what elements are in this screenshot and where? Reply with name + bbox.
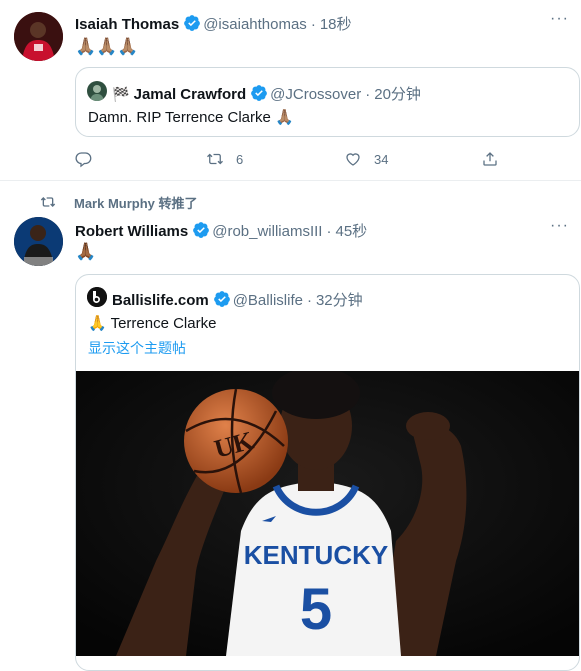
tweet-header: Robert Williams @rob_williamsIII · 45秒	[75, 220, 367, 241]
quote-header: 🏁 Jamal Crawford @JCrossover · 20分钟	[112, 83, 421, 104]
reply-button[interactable]	[75, 150, 107, 168]
verified-badge-icon	[251, 85, 268, 101]
checkered-flag-emoji: 🏁	[112, 86, 130, 102]
quote-handle: @JCrossover	[270, 86, 362, 103]
separator: ·	[310, 16, 316, 33]
tweet-robert-williams[interactable]: Robert Williams @rob_williamsIII · 45秒 ··· …	[0, 212, 581, 671]
retweet-context: Mark Murphy 转推了	[40, 193, 198, 211]
tweet-actions: 6 34	[75, 150, 515, 170]
quote-header: Ballislife.com @Ballislife · 32分钟	[112, 289, 363, 310]
retweet-count: 6	[236, 151, 244, 167]
like-button[interactable]: 34	[344, 150, 388, 168]
retweeted-by[interactable]: Mark Murphy 转推了	[74, 193, 198, 212]
avatar[interactable]	[14, 12, 63, 61]
show-thread-link[interactable]: 显示这个主题帖	[88, 338, 186, 358]
retweet-button[interactable]: 6	[206, 150, 243, 168]
quote-photo[interactable]: UK KENTUCKY 5	[76, 371, 579, 656]
handle[interactable]: @isaiahthomas	[203, 16, 307, 33]
separator: ·	[306, 292, 312, 309]
display-name[interactable]: Robert Williams	[75, 223, 188, 240]
quoted-tweet[interactable]: Ballislife.com @Ballislife · 32分钟 🙏 Terrenc…	[75, 274, 580, 671]
tweet-header: Isaiah Thomas @isaiahthomas · 18秒	[75, 13, 352, 34]
share-button[interactable]	[481, 150, 499, 168]
quote-display-name: Ballislife.com	[112, 292, 209, 309]
quote-timestamp: 32分钟	[315, 292, 363, 309]
quote-text: Damn. RIP Terrence Clarke 🙏🏽	[88, 109, 294, 126]
handle[interactable]: @rob_williamsIII	[212, 223, 322, 240]
separator: ·	[365, 86, 371, 103]
retweet-icon	[207, 153, 223, 165]
quote-display-name: Jamal Crawford	[133, 86, 247, 103]
like-count: 34	[374, 151, 389, 167]
like-icon	[346, 153, 360, 166]
avatar[interactable]	[14, 217, 63, 266]
timestamp[interactable]: 45秒	[335, 223, 367, 240]
tweet-divider	[0, 180, 581, 181]
more-icon[interactable]: ···	[550, 10, 569, 28]
ballislife-logo	[87, 287, 107, 307]
share-icon	[483, 152, 497, 166]
display-name[interactable]: Isaiah Thomas	[75, 16, 179, 33]
quote-handle: @Ballislife	[232, 292, 303, 309]
quoted-tweet[interactable]: 🏁 Jamal Crawford @JCrossover · 20分钟 Damn. R…	[75, 67, 580, 137]
timestamp[interactable]: 18秒	[320, 16, 352, 33]
more-icon[interactable]: ···	[550, 217, 569, 235]
jersey-number: 5	[300, 577, 332, 642]
jersey-text: KENTUCKY	[244, 540, 388, 570]
quote-timestamp: 20分钟	[374, 86, 421, 103]
quote-text: 🙏 Terrence Clarke	[88, 315, 217, 332]
reply-icon	[75, 152, 92, 168]
tweet-isaiah-thomas[interactable]: Isaiah Thomas @isaiahthomas · 18秒 ··· 🙏🏽🙏🏽🙏…	[0, 0, 581, 180]
verified-badge-icon	[193, 222, 210, 238]
verified-badge-icon	[184, 15, 201, 31]
tweet-text: 🙏🏾	[75, 242, 97, 261]
tweet-text: 🙏🏽🙏🏽🙏🏽	[75, 37, 139, 56]
quote-avatar	[87, 81, 107, 101]
verified-badge-icon	[213, 291, 230, 307]
separator: ·	[326, 223, 332, 240]
retweet-icon	[40, 197, 56, 207]
